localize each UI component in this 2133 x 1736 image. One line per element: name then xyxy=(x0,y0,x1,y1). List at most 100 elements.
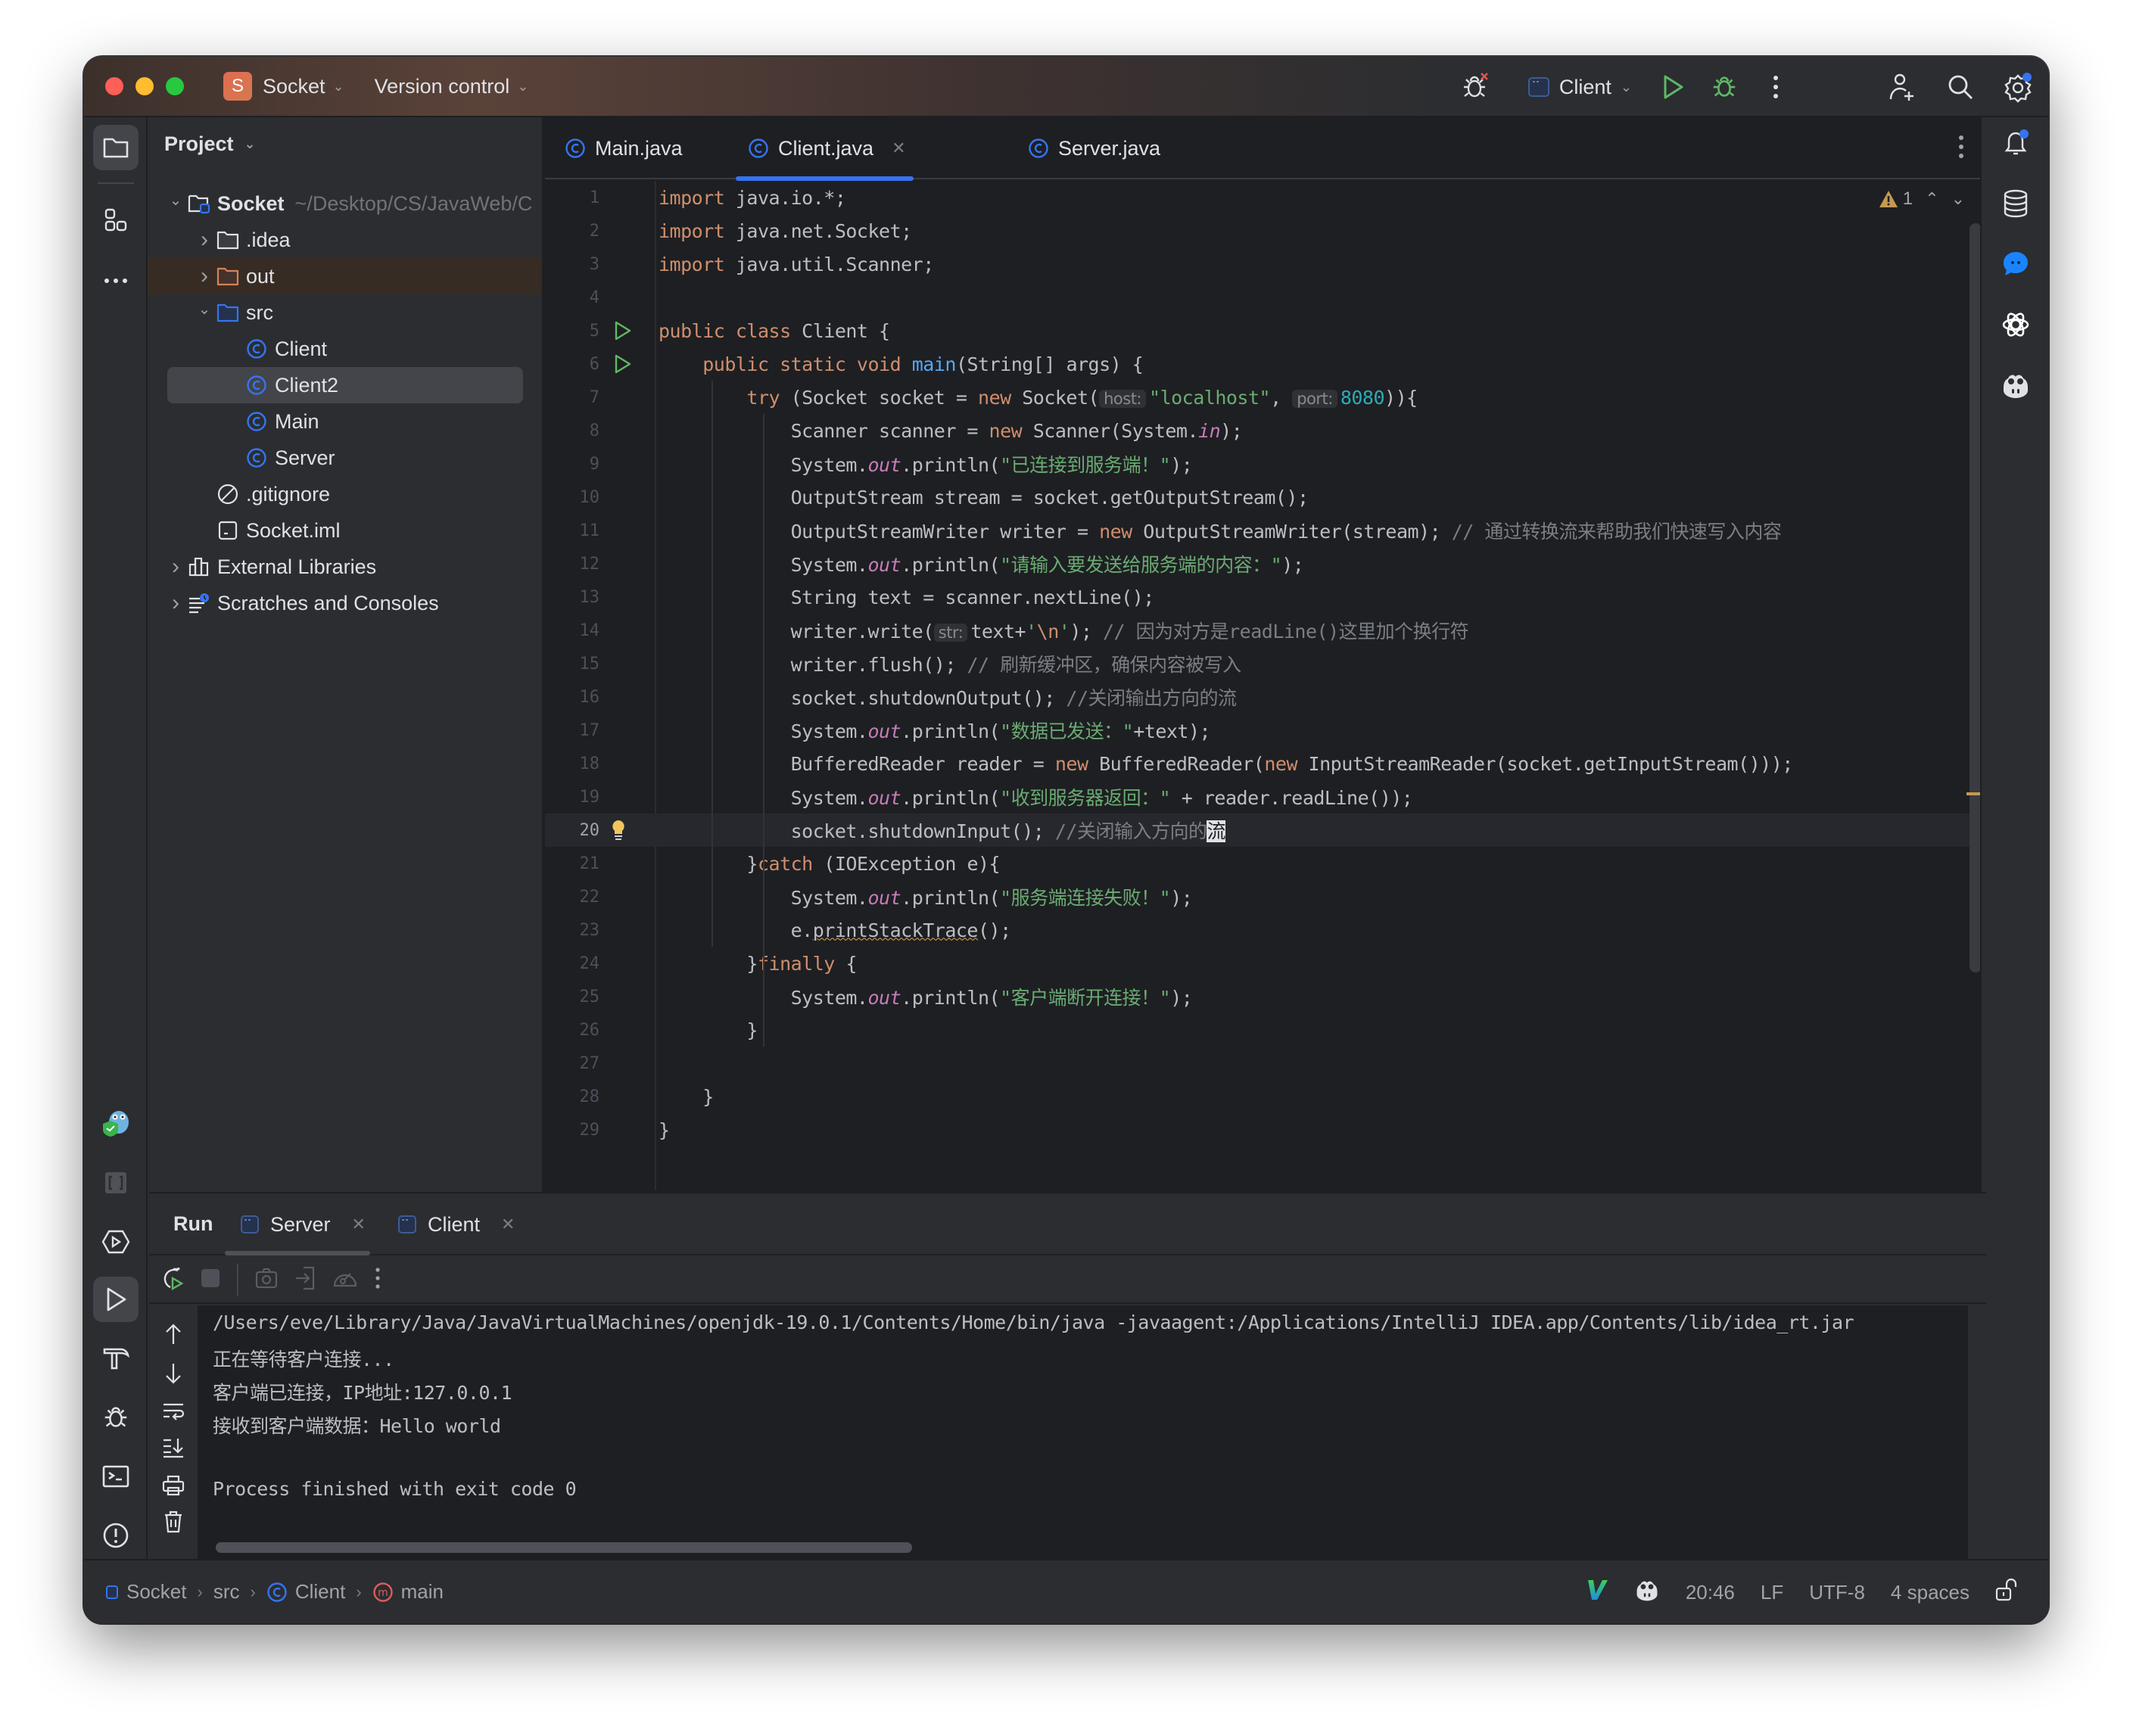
code-line[interactable]: 13 String text = scanner.nextLine(); xyxy=(545,580,1988,614)
search-button[interactable] xyxy=(1942,69,1979,105)
scroll-to-end-button[interactable] xyxy=(160,1434,187,1461)
gutter-run-icon[interactable] xyxy=(612,353,634,375)
copilot-status-widget[interactable] xyxy=(1634,1578,1660,1607)
chevron-down-icon[interactable]: ⌄ xyxy=(164,191,187,210)
line-number[interactable]: 13 xyxy=(545,588,600,607)
soft-wrap-button[interactable] xyxy=(160,1398,187,1425)
stop-button[interactable] xyxy=(201,1268,220,1292)
ai-chat-button[interactable] xyxy=(1998,246,2034,282)
code-line[interactable]: 17 System.out.println("数据已发送："+text); xyxy=(545,714,1988,747)
line-number[interactable]: 10 xyxy=(545,488,600,507)
line-number[interactable]: 28 xyxy=(545,1087,600,1106)
code-line[interactable]: 5 public class Client { xyxy=(545,314,1988,347)
tree-item[interactable]: › External Libraries xyxy=(148,549,542,585)
line-number[interactable]: 3 xyxy=(545,255,599,274)
console-horizontal-scrollbar[interactable] xyxy=(216,1542,912,1553)
code-line[interactable]: 4 xyxy=(545,281,1988,314)
tree-item[interactable]: ⌄ src xyxy=(148,294,542,331)
console-output[interactable]: /Users/eve/Library/Java/JavaVirtualMachi… xyxy=(198,1305,1986,1559)
tree-item[interactable]: Socket.iml xyxy=(148,512,542,549)
project-selector[interactable]: Socket ⌄ xyxy=(263,75,344,98)
run-tab-server[interactable]: Server ✕ xyxy=(225,1193,370,1255)
screenshot-button[interactable] xyxy=(255,1268,278,1293)
code-line[interactable]: 28 } xyxy=(545,1080,1988,1113)
clear-console-button[interactable] xyxy=(160,1508,187,1535)
settings-button[interactable] xyxy=(2000,69,2036,105)
bracket-tool-button[interactable] xyxy=(93,1160,139,1206)
run-more-button[interactable] xyxy=(375,1267,381,1293)
restore-layout-button[interactable] xyxy=(294,1266,316,1294)
console-vertical-scrollbar[interactable] xyxy=(1968,1305,1986,1559)
structure-tool-button[interactable] xyxy=(93,198,139,243)
tab-main-java[interactable]: Main.java xyxy=(565,117,683,179)
tree-item[interactable]: › out xyxy=(148,258,542,294)
tree-item[interactable]: Client2 xyxy=(148,367,542,403)
code-line[interactable]: 24 }finally { xyxy=(545,947,1988,980)
code-line[interactable]: 16 socket.shutdownOutput(); //关闭输出方向的流 xyxy=(545,680,1988,714)
more-actions-button[interactable] xyxy=(1758,69,1794,105)
next-highlight-icon[interactable]: ⌄ xyxy=(1951,189,1965,209)
code-line[interactable]: 1 import java.io.*; xyxy=(545,181,1988,214)
line-number[interactable]: 21 xyxy=(545,854,600,873)
code-line[interactable]: 23 e.printStackTrace(); xyxy=(545,913,1988,947)
line-number[interactable]: 2 xyxy=(545,222,599,241)
tree-item[interactable]: Client xyxy=(148,331,542,367)
warning-counter[interactable]: 1 xyxy=(1879,188,1913,210)
maximize-window-button[interactable] xyxy=(166,77,184,95)
database-button[interactable] xyxy=(1998,185,2034,222)
go-plugin-button[interactable] xyxy=(93,1100,139,1145)
debug-button[interactable] xyxy=(1706,69,1742,105)
file-encoding[interactable]: UTF-8 xyxy=(1809,1581,1865,1604)
run-tool-button[interactable] xyxy=(93,1277,139,1322)
line-number[interactable]: 22 xyxy=(545,888,600,907)
code-line[interactable]: 2 import java.net.Socket; xyxy=(545,214,1988,247)
line-number[interactable]: 15 xyxy=(545,655,600,674)
chevron-right-icon[interactable]: › xyxy=(164,590,187,616)
line-number[interactable]: 16 xyxy=(545,688,600,707)
code-line[interactable]: 21 }catch (IOException e){ xyxy=(545,847,1988,880)
cursor-position[interactable]: 20:46 xyxy=(1686,1581,1735,1604)
code-line[interactable]: 22 System.out.println("服务端连接失败！"); xyxy=(545,880,1988,913)
tree-item[interactable]: Server xyxy=(148,440,542,476)
notifications-button[interactable] xyxy=(1998,125,2034,161)
code-area[interactable]: 1 import java.io.*; 2 import java.net.Socke… xyxy=(545,181,1988,1190)
problems-tool-button[interactable] xyxy=(93,1513,139,1558)
profiler-button[interactable] xyxy=(332,1266,358,1294)
code-line[interactable]: 9 System.out.println("已连接到服务端！"); xyxy=(545,447,1988,481)
breadcrumb-class[interactable]: Client xyxy=(266,1580,345,1604)
tree-item[interactable]: › Scratches and Consoles xyxy=(148,585,542,621)
close-tab-icon[interactable]: ✕ xyxy=(501,1215,515,1234)
minimize-window-button[interactable] xyxy=(135,77,154,95)
tree-item[interactable]: › .idea xyxy=(148,222,542,258)
line-number[interactable]: 20 xyxy=(545,821,600,840)
line-number[interactable]: 29 xyxy=(545,1121,600,1140)
chevron-right-icon[interactable]: › xyxy=(164,554,187,580)
line-number[interactable]: 8 xyxy=(545,422,599,440)
breadcrumb-project[interactable]: Socket xyxy=(105,1580,187,1604)
line-number[interactable]: 25 xyxy=(545,988,600,1006)
close-tab-icon[interactable]: ✕ xyxy=(352,1215,366,1234)
line-number[interactable]: 9 xyxy=(545,455,599,474)
code-line[interactable]: 11 OutputStreamWriter writer = new Outpu… xyxy=(545,514,1988,547)
terminal-tool-button[interactable] xyxy=(93,1454,139,1499)
version-control-menu[interactable]: Version control ⌄ xyxy=(375,75,529,98)
line-number[interactable]: 27 xyxy=(545,1054,600,1073)
add-user-button[interactable] xyxy=(1885,69,1921,105)
line-number[interactable]: 1 xyxy=(545,188,599,207)
tree-item[interactable]: ⌄ Socket ~/Desktop/CS/JavaWeb/C xyxy=(148,185,542,222)
build-tool-button[interactable] xyxy=(93,1336,139,1381)
line-number[interactable]: 18 xyxy=(545,754,600,773)
code-line[interactable]: 27 xyxy=(545,1047,1988,1080)
chevron-right-icon[interactable]: › xyxy=(193,227,216,253)
openai-button[interactable] xyxy=(1998,306,2034,343)
code-line[interactable]: 14 writer.write(str: text+'\n'); // 因为对方是… xyxy=(545,614,1988,647)
chevron-right-icon[interactable]: › xyxy=(193,263,216,289)
tab-client-java[interactable]: Client.java ✕ xyxy=(736,117,914,181)
code-line[interactable]: 26 } xyxy=(545,1013,1988,1047)
debug-tool-button[interactable] xyxy=(93,1395,139,1440)
rerun-button[interactable] xyxy=(160,1266,184,1294)
line-number[interactable]: 17 xyxy=(545,721,600,740)
run-config-selector[interactable]: Client ⌄ xyxy=(1527,69,1632,105)
debug-disabled-icon[interactable] xyxy=(1458,69,1494,105)
project-view-selector[interactable]: Project ⌄ xyxy=(164,132,256,156)
